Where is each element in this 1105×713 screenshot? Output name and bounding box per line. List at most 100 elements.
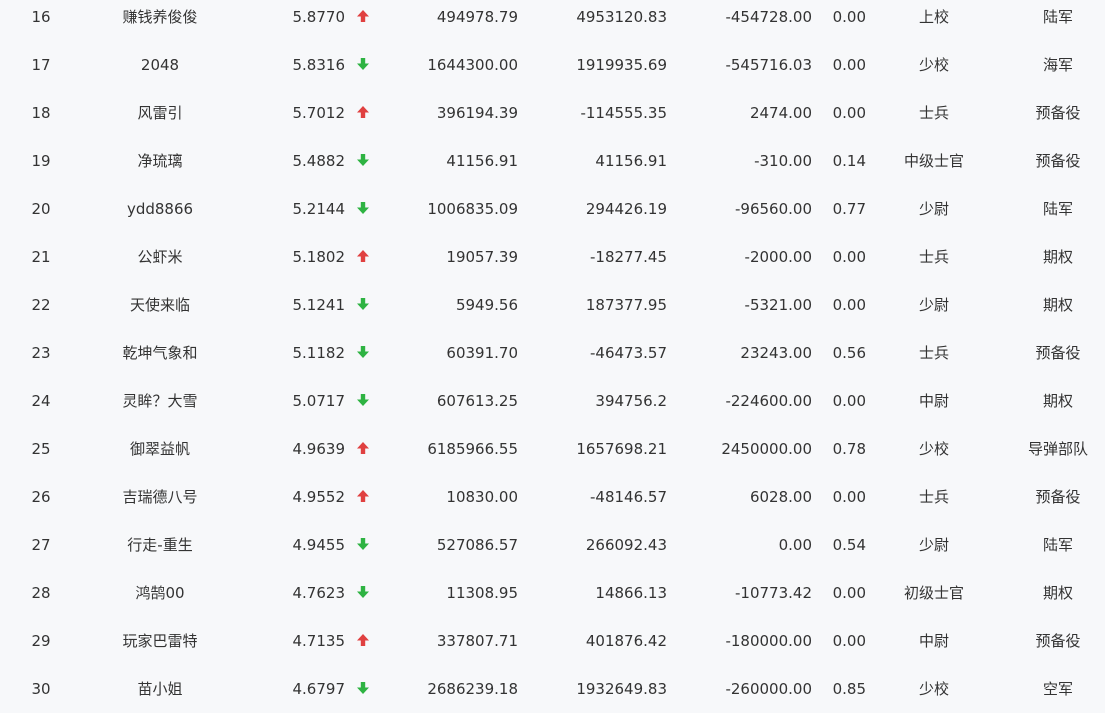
value-2: -48146.57 — [590, 488, 667, 506]
rank-cell: 18 — [31, 104, 51, 122]
table-row[interactable]: 23 乾坤气象和 5.1182 60391.70 -46473.57 23243.00 0.… — [0, 329, 1105, 377]
rank-cell: 29 — [31, 632, 51, 650]
arrow-up-icon — [356, 441, 370, 455]
score-value: 4.9552 — [292, 488, 346, 506]
value-3: -454728.00 — [725, 8, 812, 26]
arrow-down-icon — [356, 537, 370, 551]
score-value: 4.7623 — [292, 584, 346, 602]
table-row[interactable]: 18 风雷引 5.7012 396194.39 -114555.35 2474.00 0.0… — [0, 89, 1105, 137]
ratio-value: 0.00 — [832, 632, 866, 650]
score-value: 5.1182 — [292, 344, 346, 362]
rank-cell: 23 — [31, 344, 51, 362]
value-3: -224600.00 — [725, 392, 812, 410]
value-3: 23243.00 — [740, 344, 812, 362]
value-1: 5949.56 — [455, 296, 518, 314]
value-3: -10773.42 — [735, 584, 812, 602]
value-3: -2000.00 — [744, 248, 812, 266]
ratio-value: 0.54 — [832, 536, 866, 554]
player-name: 玩家巴雷特 — [122, 632, 198, 650]
arrow-up-icon — [356, 633, 370, 647]
service-branch: 预备役 — [1035, 104, 1081, 122]
value-3: -5321.00 — [744, 296, 812, 314]
ratio-value: 0.00 — [832, 392, 866, 410]
service-branch: 导弹部队 — [1027, 440, 1088, 458]
arrow-down-icon — [356, 201, 370, 215]
score-value: 5.4882 — [292, 152, 346, 170]
table-row[interactable]: 19 净琉璃 5.4882 41156.91 41156.91 -310.00 0.14 中级… — [0, 137, 1105, 185]
service-branch: 海军 — [1042, 56, 1073, 74]
table-row[interactable]: 22 天使来临 5.1241 5949.56 187377.95 -5321.00 0.00… — [0, 281, 1105, 329]
player-name: 2048 — [140, 56, 180, 74]
table-row[interactable]: 20 ydd8866 5.2144 1006835.09 294426.19 -96560… — [0, 185, 1105, 233]
arrow-down-icon — [356, 57, 370, 71]
table-row[interactable]: 16 赚钱养俊俊 5.8770 494978.79 4953120.83 -454728.… — [0, 0, 1105, 41]
table-row[interactable]: 17 2048 5.8316 1644300.00 1919935.69 -545716.… — [0, 41, 1105, 89]
value-1: 607613.25 — [436, 392, 518, 410]
trend-cell — [352, 185, 374, 233]
military-rank: 士兵 — [918, 248, 949, 266]
trend-cell — [352, 665, 374, 713]
table-row[interactable]: 26 吉瑞德八号 4.9552 10830.00 -48146.57 6028.00 0.0… — [0, 473, 1105, 521]
trend-cell — [352, 89, 374, 137]
value-2: 187377.95 — [585, 296, 667, 314]
ratio-value: 0.00 — [832, 8, 866, 26]
military-rank: 少尉 — [918, 200, 949, 218]
military-rank: 上校 — [918, 8, 949, 26]
score-value: 5.7012 — [292, 104, 346, 122]
arrow-down-icon — [356, 297, 370, 311]
score-value: 5.8770 — [292, 8, 346, 26]
player-name: 御翠益帆 — [129, 440, 190, 458]
value-3: 6028.00 — [749, 488, 812, 506]
military-rank: 少校 — [918, 56, 949, 74]
value-1: 19057.39 — [446, 248, 518, 266]
service-branch: 预备役 — [1035, 488, 1081, 506]
trend-cell — [352, 473, 374, 521]
value-2: 14866.13 — [595, 584, 667, 602]
ratio-value: 0.14 — [832, 152, 866, 170]
military-rank: 少尉 — [918, 296, 949, 314]
table-row[interactable]: 21 公虾米 5.1802 19057.39 -18277.45 -2000.00 0.00… — [0, 233, 1105, 281]
service-branch: 期权 — [1042, 296, 1073, 314]
ratio-value: 0.00 — [832, 296, 866, 314]
player-name: 风雷引 — [137, 104, 183, 122]
value-2: 394756.2 — [595, 392, 667, 410]
military-rank: 少校 — [918, 680, 949, 698]
value-2: 4953120.83 — [576, 8, 667, 26]
value-3: 0.00 — [778, 536, 812, 554]
score-value: 5.2144 — [292, 200, 346, 218]
ratio-value: 0.00 — [832, 488, 866, 506]
value-1: 60391.70 — [446, 344, 518, 362]
service-branch: 期权 — [1042, 248, 1073, 266]
trend-cell — [352, 281, 374, 329]
table-row[interactable]: 25 御翠益帆 4.9639 6185966.55 1657698.21 2450000.… — [0, 425, 1105, 473]
arrow-up-icon — [356, 489, 370, 503]
trend-cell — [352, 0, 374, 41]
value-2: -46473.57 — [590, 344, 667, 362]
rank-cell: 21 — [31, 248, 51, 266]
table-row[interactable]: 29 玩家巴雷特 4.7135 337807.71 401876.42 -180000.0… — [0, 617, 1105, 665]
player-name: 灵眸？大雪 — [122, 392, 198, 410]
military-rank: 士兵 — [918, 488, 949, 506]
player-name: 净琉璃 — [137, 152, 183, 170]
arrow-up-icon — [356, 9, 370, 23]
trend-cell — [352, 521, 374, 569]
military-rank: 士兵 — [918, 344, 949, 362]
score-value: 4.9455 — [292, 536, 346, 554]
value-1: 1006835.09 — [427, 200, 518, 218]
value-1: 11308.95 — [446, 584, 518, 602]
value-3: -310.00 — [754, 152, 812, 170]
table-row[interactable]: 24 灵眸？大雪 5.0717 607613.25 394756.2 -224600.00… — [0, 377, 1105, 425]
ranking-table: 16 赚钱养俊俊 5.8770 494978.79 4953120.83 -454728.… — [0, 0, 1105, 698]
value-1: 2686239.18 — [427, 680, 518, 698]
rank-cell: 19 — [31, 152, 51, 170]
table-row[interactable]: 30 苗小姐 4.6797 2686239.18 1932649.83 -260000.0… — [0, 665, 1105, 713]
table-row[interactable]: 28 鸿鹄00 4.7623 11308.95 14866.13 -10773.42 0.0… — [0, 569, 1105, 617]
rank-cell: 24 — [31, 392, 51, 410]
arrow-down-icon — [356, 153, 370, 167]
value-1: 396194.39 — [436, 104, 518, 122]
rank-cell: 27 — [31, 536, 51, 554]
rank-cell: 28 — [31, 584, 51, 602]
value-2: 266092.43 — [585, 536, 667, 554]
value-2: 1932649.83 — [576, 680, 667, 698]
table-row[interactable]: 27 行走-重生 4.9455 527086.57 266092.43 0.00 0.54 少… — [0, 521, 1105, 569]
